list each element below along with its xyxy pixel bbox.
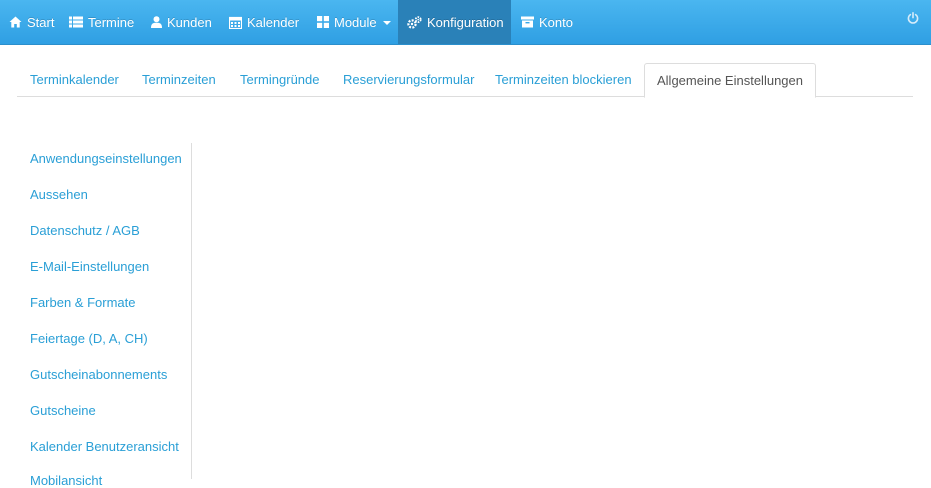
tab-allgemeine-einstellungen[interactable]: Allgemeine Einstellungen	[644, 63, 816, 98]
menu-farben-formate[interactable]: Farben & Formate	[30, 295, 136, 310]
menu-aussehen[interactable]: Aussehen	[30, 187, 88, 202]
nav-start-label: Start	[27, 14, 55, 30]
menu-email-einstellungen[interactable]: E-Mail-Einstellungen	[30, 259, 149, 274]
nav-konto[interactable]: Konto	[521, 0, 573, 44]
menu-kalender-benutzeransicht[interactable]: Kalender Benutzeransicht	[30, 439, 179, 454]
menu-anwendungseinstellungen[interactable]: Anwendungseinstellungen	[30, 151, 182, 166]
nav-module-label: Module	[334, 14, 377, 30]
menu-gutscheine[interactable]: Gutscheine	[30, 403, 96, 418]
user-icon	[151, 16, 162, 28]
grid-icon	[317, 16, 329, 28]
menu-feiertage[interactable]: Feiertage (D, A, CH)	[30, 331, 148, 346]
cogs-icon	[407, 15, 422, 29]
nav-termine[interactable]: Termine	[69, 0, 134, 44]
tab-terminzeiten[interactable]: Terminzeiten	[130, 64, 228, 96]
menu-datenschutz-agb[interactable]: Datenschutz / AGB	[30, 223, 140, 238]
nav-konfiguration[interactable]: Konfiguration	[398, 0, 511, 44]
caret-down-icon	[382, 21, 391, 25]
menu-gutscheinabonnements[interactable]: Gutscheinabonnements	[30, 367, 167, 382]
archive-icon	[521, 16, 534, 28]
tab-reservierungsformular[interactable]: Reservierungsformular	[331, 64, 487, 96]
nav-termine-label: Termine	[88, 14, 135, 30]
settings-menu-divider	[191, 143, 192, 479]
nav-konfiguration-label: Konfiguration	[427, 14, 504, 30]
nav-start[interactable]: Start	[9, 0, 54, 44]
nav-kalender[interactable]: Kalender	[229, 0, 299, 44]
menu-mobilansicht[interactable]: Mobilansicht	[30, 473, 102, 488]
nav-kunden-label: Kunden	[167, 14, 212, 30]
tab-terminkalender[interactable]: Terminkalender	[18, 64, 131, 96]
top-navbar: Start Termine Kunden Kalender Module Kon…	[0, 0, 931, 45]
home-icon	[9, 16, 22, 28]
nav-module-dropdown[interactable]: Module	[317, 0, 391, 44]
nav-konto-label: Konto	[539, 14, 573, 30]
tab-terminzeiten-blockieren[interactable]: Terminzeiten blockieren	[483, 64, 644, 96]
nav-kalender-label: Kalender	[247, 14, 300, 30]
power-icon[interactable]	[907, 11, 919, 29]
nav-kunden[interactable]: Kunden	[151, 0, 212, 44]
calendar-icon	[229, 16, 242, 29]
list-icon	[69, 16, 83, 28]
tab-termingruende[interactable]: Termingründe	[228, 64, 332, 96]
